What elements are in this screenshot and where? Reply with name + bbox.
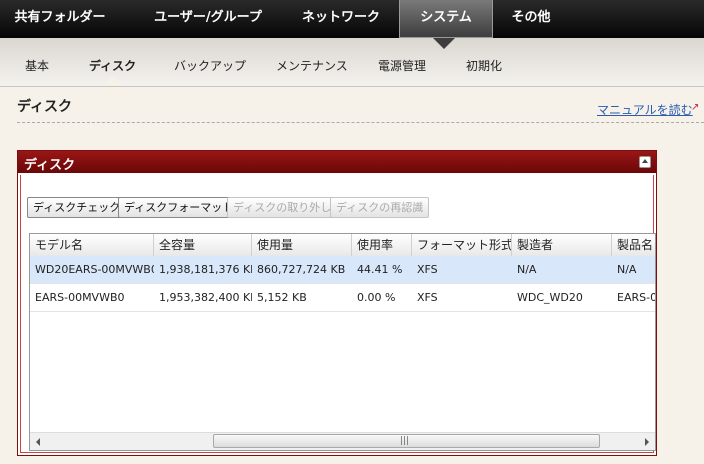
cell-usage-rate: 0.00 % [357,291,396,304]
cell-used: 5,152 KB [257,291,307,304]
subnav-basic[interactable]: 基本 [25,57,49,74]
collapse-icon[interactable] [639,156,651,168]
disk-check-button[interactable]: ディスクチェック [27,197,127,218]
cell-product: EARS-0 [617,291,656,304]
disk-remove-button[interactable]: ディスクの取り外し [227,197,338,218]
disk-panel: ディスク ディスクチェック ディスクフォーマット ディスクの取り外し ディスクの… [17,150,657,456]
disk-recognize-button[interactable]: ディスクの再認識 [330,197,430,218]
disk-table: モデル名 全容量 使用量 使用率 フォーマット形式 製造者 製品名 WD20EA… [29,233,656,451]
tab-users-groups[interactable]: ユーザー/グループ [138,0,278,38]
active-subnav-indicator [103,76,123,86]
column-header-product[interactable]: 製品名 [612,234,655,256]
column-header-model[interactable]: モデル名 [30,234,154,256]
scrollbar-thumb[interactable]: ||| [213,434,600,448]
cell-manufacturer: N/A [517,263,537,276]
subnav-maintenance[interactable]: メンテナンス [276,57,348,74]
tab-network[interactable]: ネットワーク [295,0,387,38]
table-header: モデル名 全容量 使用量 使用率 フォーマット形式 製造者 製品名 [30,234,655,257]
panel-title: ディスク [24,158,76,173]
cell-capacity: 1,953,382,400 KB [159,291,252,304]
disk-format-button[interactable]: ディスクフォーマット [118,197,240,218]
subnav-disk[interactable]: ディスク [89,57,136,74]
grip-icon: ||| [400,436,410,446]
subnav-power[interactable]: 電源管理 [378,57,426,74]
subnav-backup[interactable]: バックアップ [174,57,246,74]
cell-model: WD20EARS-00MVWB0 [35,263,154,276]
page-title: ディスク [17,99,73,115]
column-header-usage-rate[interactable]: 使用率 [352,234,412,256]
horizontal-scrollbar[interactable]: ||| [30,432,655,450]
cell-model: EARS-00MVWB0 [35,291,125,304]
tab-shared-folders[interactable]: 共有フォルダー [8,0,112,38]
column-header-used[interactable]: 使用量 [252,234,352,256]
subnav-initialize[interactable]: 初期化 [466,57,502,74]
table-row[interactable]: WD20EARS-00MVWB0 1,938,181,376 KB 860,72… [30,256,655,284]
external-link-icon[interactable]: ↗ [691,103,700,113]
column-header-format[interactable]: フォーマット形式 [412,234,512,256]
cell-format: XFS [417,263,438,276]
cell-format: XFS [417,291,438,304]
cell-product: N/A [617,263,637,276]
cell-manufacturer: WDC_WD20 [517,291,583,304]
table-row[interactable]: EARS-00MVWB0 1,953,382,400 KB 5,152 KB 0… [30,284,656,312]
cell-capacity: 1,938,181,376 KB [159,263,252,276]
tab-other[interactable]: その他 [505,0,557,38]
column-header-capacity[interactable]: 全容量 [154,234,252,256]
tab-system[interactable]: システム [399,0,493,38]
scroll-right-icon[interactable] [638,433,655,450]
column-header-manufacturer[interactable]: 製造者 [512,234,612,256]
active-tab-indicator [433,38,455,49]
panel-body: ディスクチェック ディスクフォーマット ディスクの取り外し ディスクの再認識 モ… [20,175,656,453]
manual-link[interactable]: マニュアルを読む [597,101,693,118]
cell-usage-rate: 44.41 % [357,263,403,276]
cell-used: 860,727,724 KB [257,263,346,276]
panel-header: ディスク [18,151,656,173]
top-nav: 共有フォルダー ユーザー/グループ ネットワーク システム その他 [0,0,704,38]
divider [17,122,704,123]
scroll-left-icon[interactable] [30,433,47,450]
